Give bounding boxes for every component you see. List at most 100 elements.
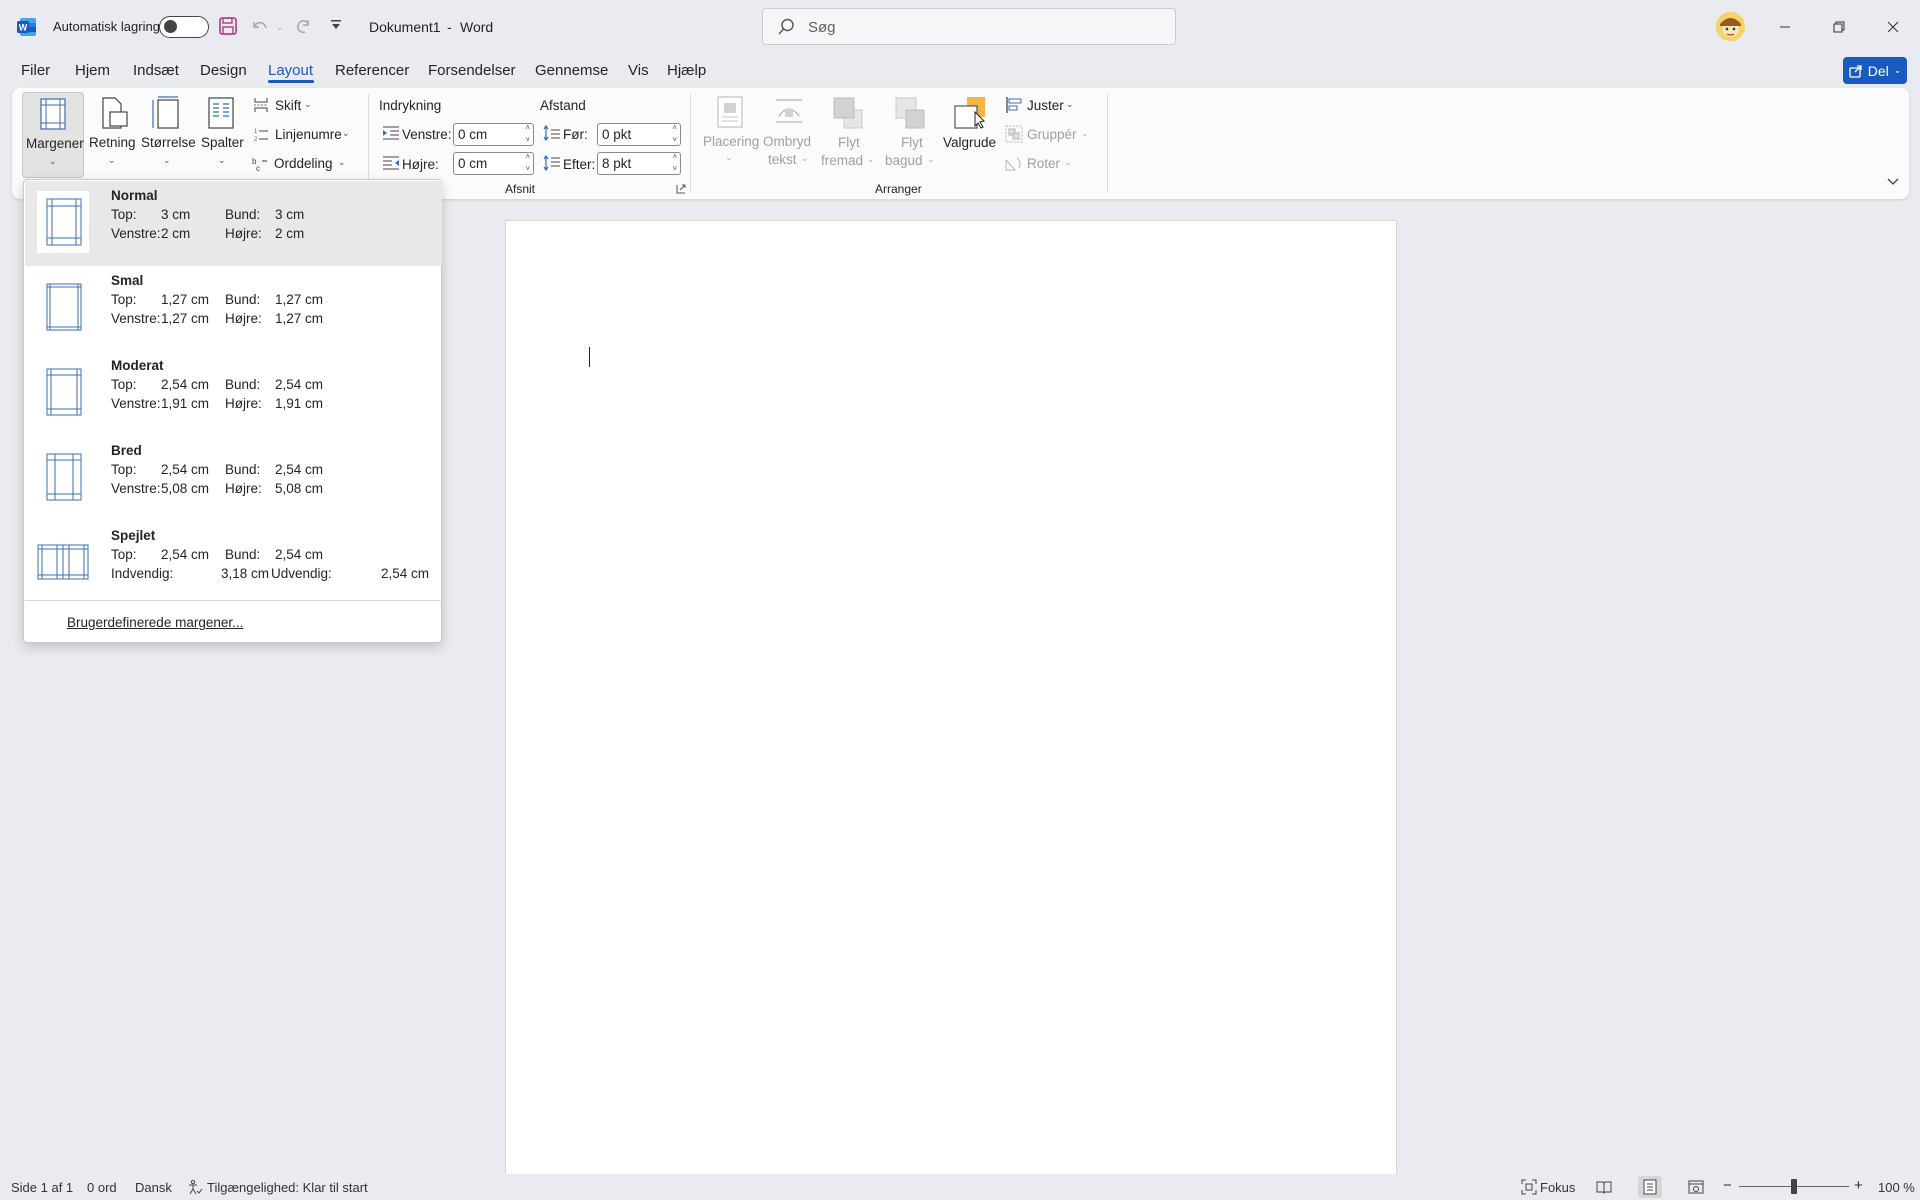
- wrap-text-label-2: tekst: [768, 152, 797, 167]
- restore-icon[interactable]: [1816, 7, 1862, 47]
- autosave-label: Automatisk lagring: [53, 19, 160, 34]
- columns-button[interactable]: Spalter ⌄: [198, 92, 244, 178]
- hyphenation-icon: bc: [252, 155, 270, 173]
- search-placeholder: Søg: [808, 19, 836, 36]
- position-label: Placering: [703, 134, 760, 149]
- wrap-text-button[interactable]: Ombryd tekst ⌄: [760, 96, 818, 176]
- orientation-chevron-icon: ⌄: [108, 155, 116, 165]
- wrap-text-icon: [774, 96, 804, 128]
- search-box[interactable]: Søg: [762, 8, 1176, 45]
- zoom-out-icon[interactable]: −: [1723, 1177, 1732, 1194]
- tab-file[interactable]: Filer: [21, 62, 50, 79]
- close-icon[interactable]: [1870, 7, 1916, 47]
- document-page[interactable]: [505, 220, 1397, 1200]
- line-numbers-button[interactable]: 12 Linjenumre ⌄: [251, 125, 356, 145]
- align-button[interactable]: Juster ⌄: [1005, 96, 1085, 116]
- collapse-ribbon-chevron-icon[interactable]: [1887, 178, 1899, 186]
- customize-toolbar-icon[interactable]: [330, 19, 342, 31]
- ribbon-separator: [1107, 94, 1108, 192]
- group-chevron-icon: ⌄: [1081, 128, 1089, 138]
- redo-icon[interactable]: [293, 16, 313, 36]
- margin-option-mirrored[interactable]: Spejlet Top: 2,54 cm Bund: 2,54 cm Indve…: [25, 521, 442, 606]
- bottom-value: 2,54 cm: [275, 547, 324, 562]
- zoom-level[interactable]: 100 %: [1878, 1180, 1915, 1195]
- language[interactable]: Dansk: [135, 1180, 172, 1195]
- breaks-icon: [253, 97, 269, 113]
- undo-dropdown-icon[interactable]: ⌄: [276, 22, 284, 33]
- indent-header: Indrykning: [379, 98, 442, 113]
- tab-view[interactable]: Vis: [628, 62, 649, 79]
- read-mode-icon[interactable]: [1596, 1179, 1612, 1195]
- spacing-before-value: 0 pkt: [602, 127, 632, 142]
- wrap-text-label-1: Ombryd: [763, 134, 812, 149]
- tab-mailings[interactable]: Forsendelser: [428, 62, 516, 79]
- arrange-group-label: Arranger: [875, 182, 922, 196]
- autosave-toggle[interactable]: [159, 16, 209, 38]
- focus-icon[interactable]: [1521, 1179, 1537, 1195]
- accessibility-icon[interactable]: [187, 1179, 203, 1195]
- spinner-arrows-icon[interactable]: ˄ ˅: [525, 151, 530, 175]
- margin-option-normal[interactable]: Normal Top: 3 cm Bund: 3 cm Venstre: 2 c…: [25, 181, 442, 266]
- word-logo-icon: W: [17, 17, 37, 37]
- undo-icon[interactable]: [250, 16, 270, 36]
- position-button[interactable]: Placering ⌄: [700, 96, 760, 176]
- paragraph-dialog-launcher-icon[interactable]: [676, 184, 686, 194]
- tab-review[interactable]: Gennemse: [535, 62, 608, 79]
- group-label: Gruppér: [1027, 127, 1077, 142]
- spacing-after-field[interactable]: 8 pkt ˄ ˅: [597, 152, 681, 175]
- web-layout-icon[interactable]: [1688, 1179, 1704, 1195]
- indent-right-icon: [382, 156, 400, 170]
- spinner-arrows-icon[interactable]: ˄ ˅: [672, 122, 677, 146]
- save-icon[interactable]: [218, 16, 238, 36]
- tab-design[interactable]: Design: [200, 62, 247, 79]
- custom-margins-item[interactable]: Brugerdefinerede margener...: [25, 600, 442, 642]
- margin-option-moderate[interactable]: Moderat Top: 2,54 cm Bund: 2,54 cm Venst…: [25, 351, 442, 436]
- breaks-button[interactable]: Skift ⌄: [251, 96, 321, 116]
- bring-forward-icon: [832, 96, 864, 130]
- inside-label: Indvendig:: [111, 566, 174, 581]
- margins-button[interactable]: Margener ⌄: [22, 92, 84, 178]
- send-backward-button[interactable]: Flyt bagud ⌄: [880, 96, 940, 176]
- share-chevron-icon: ⌄: [1893, 65, 1902, 75]
- print-layout-button[interactable]: [1638, 1176, 1662, 1198]
- size-button[interactable]: Størrelse ⌄: [140, 92, 196, 178]
- spacing-before-field[interactable]: 0 pkt ˄ ˅: [597, 123, 681, 146]
- focus-label[interactable]: Fokus: [1540, 1180, 1575, 1195]
- minimize-icon[interactable]: [1762, 7, 1808, 47]
- bottom-label: Bund:: [225, 207, 261, 222]
- spinner-arrows-icon[interactable]: ˄ ˅: [672, 151, 677, 175]
- zoom-in-icon[interactable]: +: [1854, 1177, 1863, 1194]
- columns-chevron-icon: ⌄: [218, 155, 226, 165]
- group-button[interactable]: Gruppér ⌄: [1005, 125, 1095, 145]
- bottom-label: Bund:: [225, 377, 261, 392]
- tab-insert[interactable]: Indsæt: [133, 62, 179, 79]
- title-separator: -: [447, 19, 452, 35]
- selection-pane-button[interactable]: Valgrude: [940, 96, 1000, 176]
- tab-layout[interactable]: Layout: [268, 62, 313, 79]
- search-icon: [777, 18, 795, 36]
- bring-forward-chevron-icon: ⌄: [867, 154, 875, 164]
- rotate-button[interactable]: Roter ⌄: [1005, 154, 1085, 174]
- tab-home[interactable]: Hjem: [75, 62, 110, 79]
- indent-right-field[interactable]: 0 cm ˄ ˅: [453, 152, 534, 175]
- indent-left-field[interactable]: 0 cm ˄ ˅: [453, 123, 534, 146]
- paragraph-group-label: Afsnit: [505, 182, 536, 196]
- word-count[interactable]: 0 ord: [87, 1180, 117, 1195]
- tab-help[interactable]: Hjælp: [667, 62, 706, 79]
- margin-option-narrow[interactable]: Smal Top: 1,27 cm Bund: 1,27 cm Venstre:…: [25, 266, 442, 351]
- top-value: 2,54 cm: [161, 462, 210, 477]
- margin-option-wide[interactable]: Bred Top: 2,54 cm Bund: 2,54 cm Venstre:…: [25, 436, 442, 521]
- share-button[interactable]: Del ⌄: [1843, 57, 1907, 84]
- avatar[interactable]: [1716, 12, 1745, 41]
- orientation-button[interactable]: Retning ⌄: [88, 92, 136, 178]
- app-name: Word: [460, 19, 494, 35]
- accessibility-status[interactable]: Tilgængelighed: Klar til start: [207, 1180, 368, 1195]
- zoom-slider-thumb[interactable]: [1791, 1179, 1797, 1194]
- spinner-arrows-icon[interactable]: ˄ ˅: [525, 122, 530, 146]
- page-count[interactable]: Side 1 af 1: [11, 1180, 73, 1195]
- tab-references[interactable]: Referencer: [335, 62, 409, 79]
- margin-normal-icon: [37, 191, 89, 253]
- bring-forward-button[interactable]: Flyt fremad ⌄: [818, 96, 880, 176]
- hyphenation-button[interactable]: bc Orddeling ⌄: [251, 154, 351, 174]
- breaks-label: Skift: [275, 98, 302, 113]
